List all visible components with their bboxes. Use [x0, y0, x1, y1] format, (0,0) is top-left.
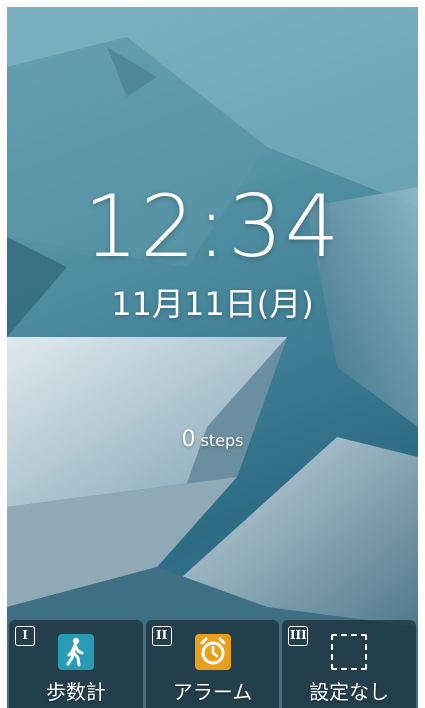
- step-count: 0: [181, 427, 196, 452]
- alarm-clock-icon: [194, 634, 231, 670]
- lock-clock: 12:34: [83, 177, 342, 277]
- step-counter: 0 steps: [7, 427, 418, 452]
- lock-screen: 12:34 11月11日(月) 0 steps I 歩数計 II アラーム II…: [0, 0, 425, 708]
- softkey-bar: I 歩数計 II アラーム III 設定なし: [7, 620, 418, 708]
- wallpaper: [7, 7, 418, 708]
- softkey-label: 設定なし: [309, 680, 390, 704]
- softkey-alarm[interactable]: II アラーム: [145, 620, 280, 708]
- softkey-label: 歩数計: [45, 680, 106, 704]
- softkey-unassigned[interactable]: III 設定なし: [282, 620, 417, 708]
- softkey-pedometer[interactable]: I 歩数計: [9, 620, 143, 708]
- softkey-label: アラーム: [172, 680, 253, 704]
- step-unit: steps: [200, 431, 244, 450]
- wallpaper-shapes: [7, 7, 418, 708]
- softkey-number: I: [15, 626, 35, 646]
- softkey-number: III: [288, 626, 309, 646]
- softkey-number: II: [151, 626, 172, 646]
- lock-date: 11月11日(月): [111, 285, 314, 323]
- pedometer-icon: [57, 634, 94, 670]
- empty-slot-icon: [331, 634, 368, 670]
